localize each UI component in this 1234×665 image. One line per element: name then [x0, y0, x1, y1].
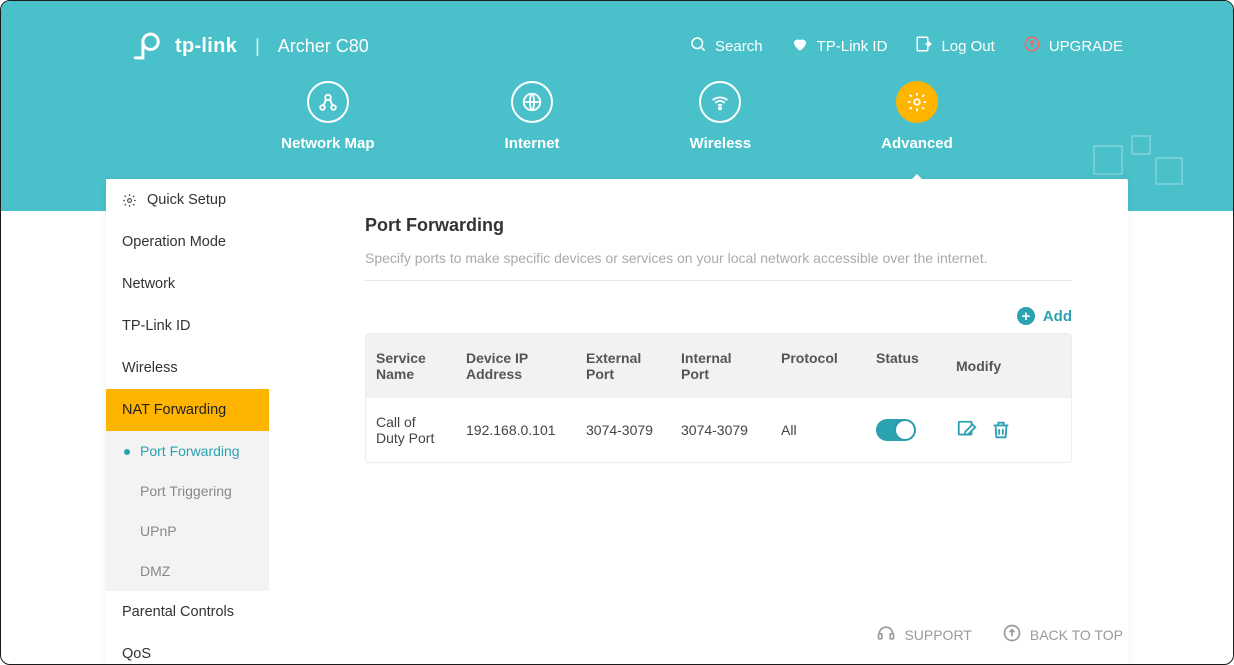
gear-icon [896, 81, 938, 123]
brand-separator: | [255, 36, 260, 57]
upgrade-label: UPGRADE [1049, 38, 1123, 55]
nav-wireless[interactable]: Wireless [690, 81, 752, 152]
sidebar-qos-label: QoS [122, 646, 151, 662]
search-link[interactable]: Search [689, 35, 763, 57]
toggle-knob [896, 421, 914, 439]
col-service-name: Service Name [366, 334, 456, 398]
support-label: SUPPORT [904, 627, 971, 643]
table-header: Service Name Device IP Address External … [366, 334, 1071, 398]
sidebar-sub-dmz-label: DMZ [140, 563, 170, 579]
sidebar-item-parental-controls[interactable]: Parental Controls [106, 591, 269, 633]
sidebar-sub-port-triggering-label: Port Triggering [140, 483, 232, 499]
nav-network-map-label: Network Map [281, 135, 374, 152]
sidebar-wireless-label: Wireless [122, 360, 178, 376]
gear-small-icon [122, 193, 137, 208]
brand-text: tp-link [175, 35, 237, 58]
content-card: Quick Setup Operation Mode Network TP-Li… [106, 179, 1128, 664]
main-panel: Port Forwarding Specify ports to make sp… [269, 179, 1128, 664]
back-to-top-label: BACK TO TOP [1030, 627, 1123, 643]
search-label: Search [715, 38, 763, 55]
nav-network-map[interactable]: Network Map [281, 81, 374, 152]
app-frame: { "header": { "brand": "tp-link", "model… [0, 0, 1234, 665]
col-external-port: External Port [576, 334, 671, 398]
cell-external-port: 3074-3079 [576, 406, 671, 454]
page-title: Port Forwarding [365, 215, 1072, 236]
sidebar-tplink-id-label: TP-Link ID [122, 318, 191, 334]
sidebar-network-label: Network [122, 276, 175, 292]
upgrade-link[interactable]: UPGRADE [1023, 35, 1123, 57]
nav-wireless-label: Wireless [690, 135, 752, 152]
col-protocol: Protocol [771, 334, 866, 398]
top-links: Search TP-Link ID Log Out UPGRADE [689, 35, 1123, 57]
sidebar: Quick Setup Operation Mode Network TP-Li… [106, 179, 269, 664]
network-map-icon [307, 81, 349, 123]
tplink-id-link[interactable]: TP-Link ID [791, 35, 888, 57]
sidebar-sub-port-forwarding[interactable]: Port Forwarding [106, 431, 269, 471]
sidebar-parental-controls-label: Parental Controls [122, 604, 234, 620]
support-link[interactable]: SUPPORT [876, 623, 971, 646]
logout-label: Log Out [941, 38, 994, 55]
cell-internal-port: 3074-3079 [671, 406, 771, 454]
sidebar-item-quick-setup[interactable]: Quick Setup [106, 179, 269, 221]
sidebar-operation-mode-label: Operation Mode [122, 234, 226, 250]
cell-device-ip: 192.168.0.101 [456, 406, 576, 454]
table-row: Call of Duty Port 192.168.0.101 3074-307… [366, 398, 1071, 462]
nav-advanced[interactable]: Advanced [881, 81, 953, 152]
col-device-ip: Device IP Address [456, 334, 576, 398]
sidebar-nat-forwarding-label: NAT Forwarding [122, 402, 226, 418]
status-toggle[interactable] [876, 419, 916, 441]
sidebar-sub-port-forwarding-label: Port Forwarding [140, 443, 240, 459]
divider [365, 280, 1072, 281]
nav-internet[interactable]: Internet [505, 81, 560, 152]
upgrade-icon [1023, 35, 1041, 57]
search-icon [689, 35, 707, 57]
add-label: Add [1043, 308, 1072, 325]
primary-nav: Network Map Internet Wireless Advanced [1, 81, 1233, 152]
add-row: + Add [365, 307, 1072, 325]
wifi-icon [699, 81, 741, 123]
sidebar-sub-upnp-label: UPnP [140, 523, 177, 539]
sidebar-item-wireless[interactable]: Wireless [106, 347, 269, 389]
sidebar-item-nat-forwarding[interactable]: NAT Forwarding [106, 389, 269, 431]
nav-internet-label: Internet [505, 135, 560, 152]
sidebar-sub-dmz[interactable]: DMZ [106, 551, 269, 591]
globe-icon [511, 81, 553, 123]
cell-modify [946, 403, 1026, 457]
logout-icon [915, 35, 933, 57]
sidebar-subgroup-nat: Port Forwarding Port Triggering UPnP DMZ [106, 431, 269, 591]
cell-protocol: All [771, 406, 866, 454]
sidebar-sub-port-triggering[interactable]: Port Triggering [106, 471, 269, 511]
add-button[interactable]: + Add [1017, 307, 1072, 325]
port-forwarding-table: Service Name Device IP Address External … [365, 333, 1072, 463]
sidebar-item-operation-mode[interactable]: Operation Mode [106, 221, 269, 263]
model-name: Archer C80 [278, 36, 369, 57]
cell-service-name: Call of Duty Port [366, 398, 456, 462]
sidebar-quick-setup-label: Quick Setup [147, 192, 226, 208]
col-internal-port: Internal Port [671, 334, 771, 398]
sidebar-item-network[interactable]: Network [106, 263, 269, 305]
col-modify: Modify [946, 334, 1026, 398]
sidebar-item-tplink-id[interactable]: TP-Link ID [106, 305, 269, 347]
top-bar: tp-link | Archer C80 Search TP-Link ID L… [131, 29, 1123, 63]
sidebar-item-qos[interactable]: QoS [106, 633, 269, 665]
tplink-logo-icon [131, 29, 165, 63]
cell-status [866, 403, 946, 457]
nav-advanced-label: Advanced [881, 135, 953, 152]
headset-icon [876, 623, 896, 646]
tplink-id-label: TP-Link ID [817, 38, 888, 55]
brand: tp-link | Archer C80 [131, 29, 369, 63]
sidebar-sub-upnp[interactable]: UPnP [106, 511, 269, 551]
col-status: Status [866, 334, 946, 398]
logout-link[interactable]: Log Out [915, 35, 994, 57]
heart-icon [791, 35, 809, 57]
arrow-up-icon [1002, 623, 1022, 646]
back-to-top-link[interactable]: BACK TO TOP [1002, 623, 1123, 646]
delete-button[interactable] [990, 419, 1012, 441]
footer: SUPPORT BACK TO TOP [876, 623, 1123, 646]
page-description: Specify ports to make specific devices o… [365, 250, 1072, 266]
plus-icon: + [1017, 307, 1035, 325]
edit-button[interactable] [956, 419, 978, 441]
